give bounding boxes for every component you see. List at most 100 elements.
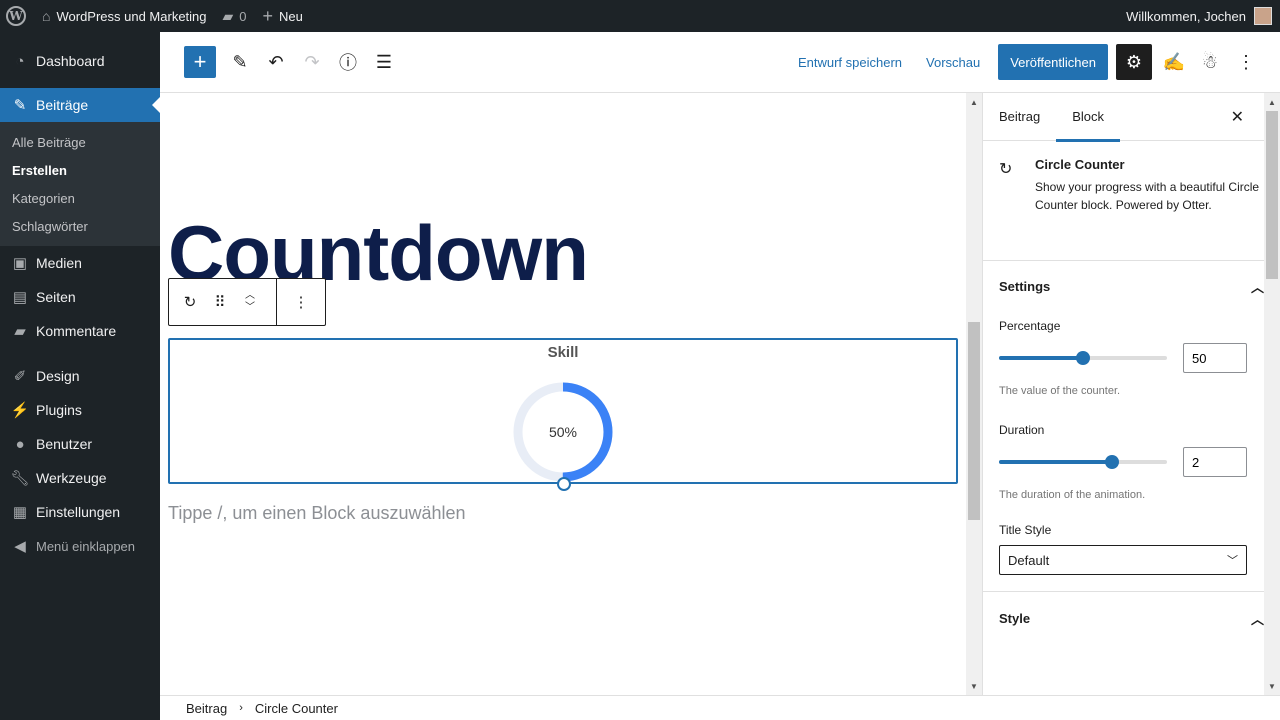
drag-handle[interactable]: ⠿ [205, 279, 235, 325]
circle-counter-icon: ↻ [183, 294, 197, 311]
circle-counter-block[interactable]: Skill 50% [168, 338, 958, 491]
sidebar-item-posts[interactable]: ✎ Beiträge [0, 88, 160, 122]
duration-input[interactable] [1183, 447, 1247, 477]
scroll-down-arrow[interactable]: ▼ [1264, 679, 1280, 693]
duration-label: Duration [999, 423, 1045, 437]
greeting: Willkommen, Jochen [1126, 8, 1246, 24]
list-view-button[interactable]: ☰ [366, 44, 402, 80]
scrollbar-thumb[interactable] [1266, 111, 1278, 279]
style-panel-toggle[interactable]: Style ︿ [983, 592, 1280, 644]
submenu-tags[interactable]: Schlagwörter [0, 212, 160, 240]
sidebar-item-label: Medien [36, 255, 82, 271]
move-up-button[interactable]: ︿ [245, 290, 255, 302]
duration-slider-thumb[interactable] [1104, 455, 1119, 469]
site-name-link[interactable]: ⌂ WordPress und Marketing [34, 0, 215, 32]
tab-block[interactable]: Block [1056, 93, 1120, 142]
sidebar-item-label: Werkzeuge [36, 470, 107, 486]
chevron-right-icon: › [239, 702, 243, 714]
details-button[interactable]: ⓘ [330, 44, 366, 80]
info-icon: ⓘ [339, 53, 357, 73]
scrollbar-thumb[interactable] [968, 322, 980, 520]
sidebar-item-media[interactable]: ▣ Medien [0, 246, 160, 280]
pin-icon: ✎ [13, 97, 27, 114]
block-options-button[interactable]: ⋮ [277, 279, 325, 325]
percentage-input[interactable] [1183, 343, 1247, 373]
sidebar-item-dashboard[interactable]: ◔ Dashboard [0, 44, 160, 78]
list-view-icon: ☰ [375, 51, 393, 72]
submenu-all-posts[interactable]: Alle Beiträge [0, 128, 160, 156]
inspector-scrollbar[interactable]: ▲ ▼ [1264, 93, 1280, 695]
add-block-button[interactable]: + [184, 46, 216, 78]
sidebar-item-label: Plugins [36, 402, 82, 418]
percentage-help: The value of the counter. [999, 385, 1121, 397]
resize-handle[interactable] [556, 476, 572, 492]
gear-icon: ⚙ [1125, 51, 1143, 72]
options-button[interactable]: ⋮ [1228, 44, 1264, 80]
block-name: Circle Counter [1035, 157, 1125, 172]
preview-button[interactable]: Vorschau [914, 55, 992, 70]
sidebar-item-comments[interactable]: ▰ Kommentare [0, 314, 160, 348]
settings-icon: ▦ [12, 504, 28, 521]
new-content-link[interactable]: + Neu [255, 0, 311, 32]
scroll-down-arrow[interactable]: ▼ [966, 679, 982, 693]
block-mover: ︿ ﹀ [235, 290, 265, 314]
duration-slider-fill [999, 460, 1112, 464]
my-account-link[interactable]: Willkommen, Jochen [1118, 0, 1280, 32]
redo-button[interactable]: ↷ [294, 44, 330, 80]
block-type-button[interactable]: ↻ [175, 279, 205, 325]
duration-slider[interactable] [999, 455, 1167, 469]
save-draft-button[interactable]: Entwurf speichern [786, 55, 914, 70]
more-vertical-icon: ⋮ [293, 294, 309, 311]
plus-icon: + [262, 5, 274, 26]
site-name: WordPress und Marketing [56, 8, 207, 24]
block-description: Show your progress with a beautiful Circ… [1035, 180, 1260, 212]
collapse-menu-button[interactable]: ◀ Menü einklappen [0, 529, 160, 563]
submenu-categories[interactable]: Kategorien [0, 184, 160, 212]
wrench-icon: 🔧︎ [10, 470, 30, 487]
scroll-up-arrow[interactable]: ▲ [966, 95, 982, 109]
tools-button[interactable]: ✎ [222, 44, 258, 80]
sidebar-item-users[interactable]: ● Benutzer [0, 427, 160, 461]
more-vertical-icon: ⋮ [1237, 51, 1255, 72]
close-icon[interactable]: ✕ [1231, 107, 1244, 127]
move-down-button[interactable]: ﹀ [245, 302, 255, 314]
breadcrumb-post[interactable]: Beitrag [186, 701, 227, 716]
pen-box-icon: ✍ [1162, 51, 1186, 72]
new-label: Neu [279, 8, 303, 24]
title-style-select[interactable]: Default ﹀ [999, 545, 1247, 575]
percentage-slider[interactable] [999, 351, 1167, 365]
sidebar-item-tools[interactable]: 🔧︎ Werkzeuge [0, 461, 160, 495]
sidebar-item-pages[interactable]: ▤ Seiten [0, 280, 160, 314]
sidebar-item-label: Einstellungen [36, 504, 121, 520]
block-appender-placeholder[interactable]: Tippe /, um einen Block auszuwählen [168, 503, 466, 524]
tab-post[interactable]: Beitrag [983, 93, 1056, 141]
admin-bar: W ⌂ WordPress und Marketing ▰ 0 + Neu Wi… [0, 0, 1280, 32]
breadcrumb-block[interactable]: Circle Counter [255, 701, 338, 716]
plugin-button[interactable]: ☃ [1192, 44, 1228, 80]
sidebar-item-design[interactable]: ✐ Design [0, 359, 160, 393]
block-toolbar: ↻ ⠿ ︿ ﹀ ⋮ [168, 278, 326, 326]
publish-button[interactable]: Veröffentlichen [998, 44, 1108, 80]
comments-link[interactable]: ▰ 0 [215, 0, 255, 32]
undo-button[interactable]: ↶ [258, 44, 294, 80]
style-panel-title: Style [999, 610, 1031, 626]
scroll-up-arrow[interactable]: ▲ [1264, 95, 1280, 109]
percentage-slider-thumb[interactable] [1076, 351, 1090, 365]
sidebar-item-plugins[interactable]: ⚡ Plugins [0, 393, 160, 427]
editor-canvas: Countdown ↻ ⠿ ︿ ﹀ ⋮ Skill 50% Tippe /, u… [160, 93, 966, 695]
settings-panel-toggle[interactable]: Settings ︿ [983, 261, 1280, 311]
dashboard-icon: ◔ [15, 52, 25, 70]
drag-icon: ⠿ [214, 294, 226, 311]
submenu-create[interactable]: Erstellen [0, 156, 160, 184]
posts-submenu: Alle Beiträge Erstellen Kategorien Schla… [0, 122, 160, 246]
sidebar-item-label: Benutzer [36, 436, 93, 452]
canvas-scrollbar[interactable]: ▲ ▼ [966, 93, 982, 695]
sidebar-item-settings[interactable]: ▦ Einstellungen [0, 495, 160, 529]
editor-style-button[interactable]: ✍ [1156, 44, 1192, 80]
wp-logo-menu[interactable]: W [0, 0, 34, 32]
percentage-slider-fill [999, 356, 1083, 360]
sidebar-item-label: Kommentare [36, 323, 117, 339]
comment-icon: ▰ [222, 7, 234, 24]
pencil-icon: ✎ [232, 51, 248, 72]
settings-toggle-button[interactable]: ⚙ [1116, 44, 1152, 80]
